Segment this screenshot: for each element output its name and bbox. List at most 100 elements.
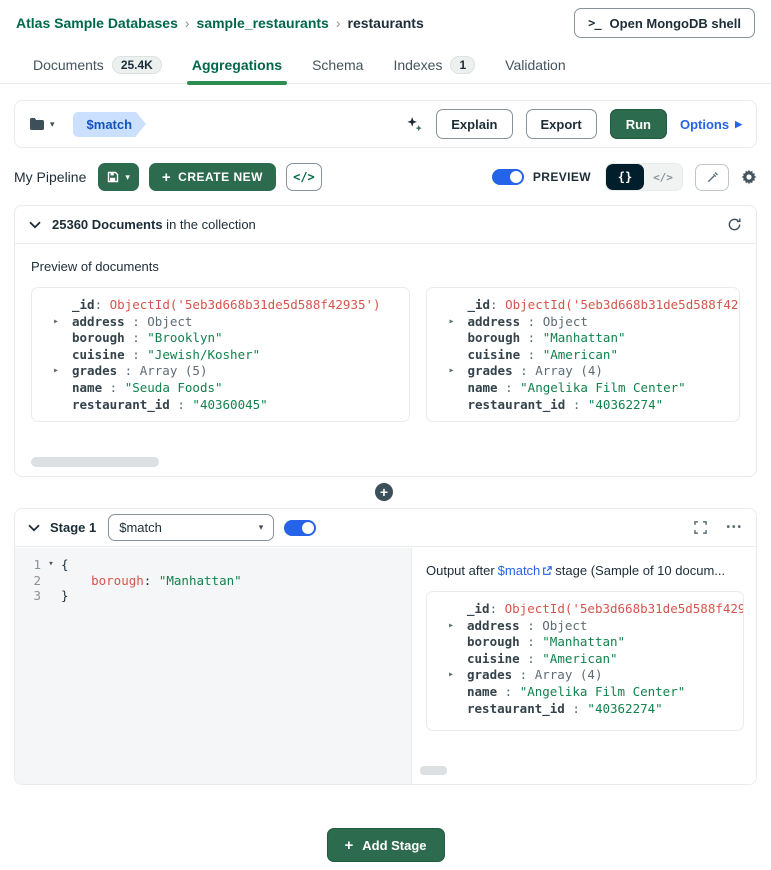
- save-pipeline-button[interactable]: ▾: [98, 163, 139, 191]
- stage-output-panel: Output after $match stage (Sample of 10 …: [412, 548, 756, 784]
- collapse-chevron-icon[interactable]: [29, 221, 41, 229]
- document-field-row: restaurant_id : "40362274": [437, 397, 727, 414]
- document-field-row: cuisine : "Jewish/Kosher": [42, 347, 397, 364]
- line-number: 2: [15, 573, 41, 589]
- document-field-row: _id: ObjectId('5eb3d668b31de5d588f429: [437, 601, 733, 618]
- breadcrumb-separator-icon: ›: [336, 15, 341, 31]
- gear-icon: [741, 169, 757, 185]
- explain-button[interactable]: Explain: [436, 109, 512, 139]
- document-field-row: ▸grades : Array (4): [437, 667, 733, 684]
- fold-spacer: [41, 573, 61, 589]
- tab-label: Schema: [312, 57, 363, 73]
- tab-documents[interactable]: Documents 25.4K: [18, 46, 177, 83]
- documents-panel-header: 25360 Documents in the collection: [15, 206, 756, 244]
- tab-label: Indexes: [393, 57, 442, 73]
- pipeline-explain-wand-button[interactable]: [695, 164, 729, 191]
- fullscreen-icon: [694, 521, 707, 534]
- text-view-segment[interactable]: </>: [644, 164, 682, 190]
- create-new-label: CREATE NEW: [178, 170, 263, 184]
- document-field-row: ▸address : Object: [437, 618, 733, 635]
- run-button[interactable]: Run: [610, 109, 667, 139]
- expand-caret-icon[interactable]: ▸: [448, 363, 454, 380]
- match-docs-link[interactable]: $match: [498, 563, 553, 578]
- folder-icon: [29, 117, 45, 131]
- selected-operator: $match: [119, 520, 162, 535]
- options-label: Options: [680, 117, 729, 132]
- document-field-row: _id: ObjectId('5eb3d668b31de5d588f4294: [437, 297, 727, 314]
- focus-mode-button[interactable]: [694, 521, 707, 534]
- chevron-down-icon: ▾: [259, 522, 264, 533]
- editor-line: 1▾{: [15, 557, 411, 573]
- breadcrumb-database[interactable]: sample_restaurants: [197, 15, 329, 31]
- output-document-card: _id: ObjectId('5eb3d668b31de5d588f429▸ad…: [426, 591, 744, 731]
- editor-line: 2 borough: "Manhattan": [15, 573, 411, 589]
- create-new-pipeline-button[interactable]: + CREATE NEW: [149, 163, 276, 191]
- editor-line: 3}: [15, 588, 411, 604]
- stage-options-menu-button[interactable]: •••: [726, 522, 743, 533]
- document-cards-row: _id: ObjectId('5eb3d668b31de5d588f42935'…: [15, 287, 756, 422]
- documents-count-badge: 25.4K: [112, 56, 162, 74]
- document-card: _id: ObjectId('5eb3d668b31de5d588f4294▸a…: [426, 287, 740, 422]
- breadcrumb-separator-icon: ›: [185, 15, 190, 31]
- tab-label: Documents: [33, 57, 104, 73]
- wand-icon: [706, 171, 719, 184]
- view-mode-segmented-control: {} </>: [605, 163, 683, 191]
- tab-label: Aggregations: [192, 57, 282, 73]
- document-field-row: ▸address : Object: [42, 314, 397, 331]
- collection-documents-panel: 25360 Documents in the collection Previe…: [14, 205, 757, 477]
- expand-caret-icon[interactable]: ▸: [53, 314, 59, 331]
- plus-icon: +: [344, 838, 353, 853]
- ai-sparkle-icon[interactable]: [406, 116, 423, 133]
- pipeline-as-text-button[interactable]: </>: [286, 163, 322, 191]
- expand-caret-icon[interactable]: ▸: [448, 618, 454, 635]
- breadcrumb-database-group[interactable]: Atlas Sample Databases: [16, 15, 178, 31]
- settings-button[interactable]: [741, 169, 757, 185]
- preview-label: PREVIEW: [533, 170, 591, 184]
- stage-label: Stage 1: [50, 520, 96, 535]
- tab-schema[interactable]: Schema: [297, 46, 378, 83]
- document-field-row: name : "Seuda Foods": [42, 380, 397, 397]
- builder-view-segment[interactable]: {}: [606, 164, 644, 190]
- add-stage-label: Add Stage: [362, 838, 426, 853]
- expand-caret-icon[interactable]: ▸: [448, 667, 454, 684]
- stage-1-panel: Stage 1 $match ▾ ••• 1▾{2 borough: "Manh…: [14, 508, 757, 785]
- expand-caret-icon[interactable]: ▸: [53, 363, 59, 380]
- fold-caret-icon[interactable]: ▾: [41, 557, 61, 573]
- document-field-row: borough : "Manhattan": [437, 330, 727, 347]
- preview-of-documents-label: Preview of documents: [31, 259, 740, 274]
- tab-aggregations[interactable]: Aggregations: [177, 46, 297, 83]
- document-field-row: borough : "Brooklyn": [42, 330, 397, 347]
- add-stage-button[interactable]: + Add Stage: [326, 828, 444, 862]
- collapse-chevron-icon[interactable]: [28, 524, 40, 532]
- output-title-prefix: Output after: [426, 563, 495, 578]
- stage-body: 1▾{2 borough: "Manhattan"3} Output after…: [15, 548, 756, 784]
- expand-caret-icon[interactable]: ▸: [448, 314, 454, 331]
- tab-indexes[interactable]: Indexes 1: [378, 46, 490, 83]
- refresh-button[interactable]: [727, 217, 742, 232]
- document-field-row: borough : "Manhattan": [437, 634, 733, 651]
- stage-operator-select[interactable]: $match ▾: [108, 514, 274, 541]
- document-count: 25360 Documents: [52, 217, 163, 232]
- document-field-row: cuisine : "American": [437, 347, 727, 364]
- stage-chip-match[interactable]: $match: [73, 112, 137, 137]
- stage-code-editor[interactable]: 1▾{2 borough: "Manhattan"3}: [15, 548, 412, 784]
- external-link-icon: [542, 566, 552, 576]
- add-stage-between-button[interactable]: +: [375, 483, 393, 501]
- output-horizontal-scrollbar[interactable]: [420, 766, 447, 775]
- saved-pipelines-button[interactable]: ▾: [29, 117, 55, 131]
- document-field-row: name : "Angelika Film Center": [437, 380, 727, 397]
- options-toggle[interactable]: Options ▶: [680, 117, 742, 132]
- export-button[interactable]: Export: [526, 109, 597, 139]
- output-title-suffix: stage (Sample of 10 docum...: [555, 563, 725, 578]
- document-field-row: cuisine : "American": [437, 651, 733, 668]
- collection-tabs: Documents 25.4K Aggregations Schema Inde…: [0, 46, 771, 84]
- tab-validation[interactable]: Validation: [490, 46, 580, 83]
- preview-toggle[interactable]: [492, 169, 524, 185]
- pipeline-settings-bar: My Pipeline ▾ + CREATE NEW </> PREVIEW {…: [14, 159, 757, 195]
- stage-enabled-toggle[interactable]: [284, 520, 316, 536]
- terminal-icon: >_: [588, 16, 600, 30]
- horizontal-scrollbar[interactable]: [31, 457, 159, 467]
- match-link-label: $match: [498, 563, 541, 578]
- save-icon: [107, 171, 119, 183]
- open-mongodb-shell-button[interactable]: >_ Open MongoDB shell: [574, 8, 755, 38]
